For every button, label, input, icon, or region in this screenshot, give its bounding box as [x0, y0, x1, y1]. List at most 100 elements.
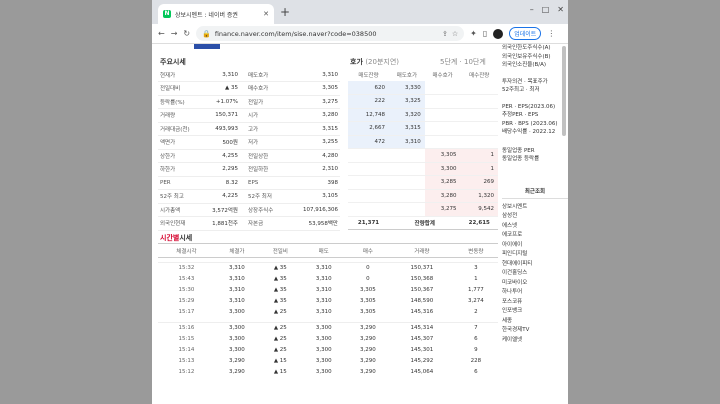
hoga-section-title: 호가 (20분지연) — [350, 57, 399, 67]
quote-label: 등락률(%) — [158, 95, 204, 109]
sidebar-info-line: 동일업종 등락률 — [502, 156, 540, 162]
ask-qty: 2,667 — [348, 121, 390, 136]
trade-change: ▲ 35 — [273, 298, 287, 304]
recent-item-link[interactable]: 상보시멘트 — [502, 203, 568, 213]
recent-item-link[interactable]: 한국경제TV — [502, 326, 568, 336]
empty-cell — [348, 148, 390, 163]
forward-icon[interactable]: → — [171, 29, 178, 38]
bookmark-star-icon[interactable]: ☆ — [452, 30, 458, 38]
quote-label: EPS — [240, 176, 290, 190]
trade-volume: 145,307 — [410, 336, 434, 342]
recent-item-link[interactable]: 에코프로 — [502, 231, 568, 241]
trade-bid: 3,290 — [360, 336, 376, 342]
recent-item-link[interactable]: 인포뱅크 — [502, 307, 568, 317]
trade-time: 15:30 — [178, 287, 195, 293]
trade-time: 15:13 — [178, 358, 195, 364]
menu-icon[interactable]: ⋮ — [547, 29, 555, 38]
close-window-icon[interactable]: ✕ — [557, 5, 564, 14]
ask-price: 3,315 — [389, 121, 425, 136]
sidebar-scrollbar[interactable] — [562, 46, 566, 136]
bid-price: 3,285 — [424, 175, 461, 190]
trade-change: ▲ 35 — [273, 265, 287, 272]
sidepanel-icon[interactable]: ▯ — [483, 29, 487, 38]
sidebar-info-line: 배당수익률 · 2022.12 — [502, 129, 556, 135]
trade-ask: 3,300 — [315, 336, 332, 342]
page-content: 주요시세 현재가 3,310 매도호가 3,310 전일대비 ▲ 35 매수호가 3,305 등… — [152, 44, 568, 404]
hoga-bid-row: 3,275 9,542 — [348, 202, 498, 217]
profile-avatar[interactable] — [493, 28, 504, 39]
sidebar-info-line: 외국인보유주식수(B) — [502, 53, 551, 60]
back-icon[interactable]: ← — [158, 29, 165, 38]
recent-item-link[interactable]: 피인디지털 — [502, 250, 568, 260]
time-title-text: 시세 — [179, 234, 193, 242]
time-header: 거래량 — [389, 243, 454, 258]
trade-ask: 3,300 — [315, 369, 332, 375]
bid-qty: 9,542 — [460, 202, 498, 217]
quote-label: 외국인현재 — [158, 216, 204, 231]
trade-ask: 3,310 — [315, 276, 332, 282]
close-tab-icon[interactable]: ✕ — [263, 10, 269, 18]
quote-row: PER 8.32 EPS 398 — [158, 176, 340, 190]
right-sidebar: 외국인한도주식수(A) 외국인보유주식수(B) 외국인소진율(B/A) 투자의견 ·… — [502, 44, 568, 404]
trade-delta: 3,274 — [468, 298, 484, 304]
sidebar-info-line: PBR · BPS (2023.06) — [502, 120, 558, 127]
bid-price: 3,280 — [424, 189, 461, 203]
quote-value: 3,280 — [290, 108, 340, 123]
quote-row: 액면가 500원 저가 3,255 — [158, 135, 340, 150]
trade-price: 3,290 — [229, 358, 245, 364]
url-field[interactable]: 🔒 finance.naver.com/item/sise.naver?code… — [196, 26, 465, 41]
maximize-icon[interactable]: □ — [542, 5, 550, 14]
recent-item-link[interactable]: 포스코퓨 — [502, 298, 568, 308]
share-icon[interactable]: ⇪ — [442, 30, 448, 38]
table-row: 15:16 3,300 ▲ 25 3,300 3,290 145,314 7 — [158, 323, 498, 334]
reload-icon[interactable]: ↻ — [183, 29, 190, 38]
trade-time: 15:12 — [178, 369, 195, 375]
hoga-bid-row: 3,285 269 — [348, 175, 498, 190]
hoga-ask-row: 472 3,310 — [348, 135, 498, 149]
trade-delta: 1,777 — [468, 287, 484, 293]
update-button[interactable]: 업데이트 — [509, 27, 542, 40]
quote-label: 전일대비 — [158, 81, 204, 96]
recent-item-link[interactable]: 미코바이오 — [502, 279, 568, 289]
ask-qty: 12,748 — [348, 108, 390, 122]
empty-cell — [460, 81, 498, 95]
recent-item-link[interactable]: 세종 — [502, 317, 568, 327]
empty-cell — [424, 108, 461, 122]
recent-item-link[interactable]: 이건홀딩스 — [502, 269, 568, 279]
minimize-icon[interactable]: – — [530, 5, 534, 14]
empty-cell — [348, 202, 390, 217]
quote-value: 4,280 — [290, 149, 340, 163]
sum-label: 잔량합계 — [389, 215, 461, 230]
recent-item-link[interactable]: 하나투어 — [502, 288, 568, 298]
ask-qty: 620 — [348, 81, 390, 95]
recent-item-link[interactable]: 아이에이 — [502, 241, 568, 251]
trade-time: 15:17 — [178, 309, 195, 315]
quote-row: 상한가 4,255 전일상한 4,280 — [158, 149, 340, 163]
quote-value: 107,916,306 — [290, 203, 340, 217]
recent-item-link[interactable]: 케이엘넷 — [502, 336, 568, 346]
trade-price: 3,310 — [229, 276, 245, 282]
quote-value: 2,295 — [204, 162, 240, 177]
empty-cell — [424, 81, 461, 95]
browser-tab[interactable]: N 상보시멘트 : 네이버 증권 ✕ — [158, 4, 274, 24]
quote-value: 3,105 — [290, 189, 340, 204]
quote-row: 등락률(%) +1.07% 전일가 3,275 — [158, 95, 340, 109]
trade-bid: 0 — [366, 265, 370, 272]
extensions-icon[interactable]: ✦ — [470, 29, 477, 38]
recent-item-link[interactable]: 에스넷 — [502, 222, 568, 232]
quote-label: 시가 — [240, 108, 290, 123]
quote-label: 거래량 — [158, 108, 204, 123]
new-tab-icon[interactable]: + — [280, 5, 290, 19]
recent-item-link[interactable]: 현대에이피티 — [502, 260, 568, 270]
sum-bid: 22,615 — [460, 215, 498, 230]
table-row: 15:32 3,310 ▲ 35 3,310 0 150,371 3 — [158, 263, 498, 274]
hoga-ask-row: 222 3,325 — [348, 94, 498, 109]
quote-label: 자본금 — [240, 216, 290, 231]
quote-value: 1,881천주 — [204, 216, 240, 231]
recent-item-link[interactable]: 삼성전 — [502, 212, 568, 222]
hoga-ask-row: 620 3,330 — [348, 81, 498, 95]
quote-value: 4,225 — [204, 189, 240, 204]
hoga-step-toggle[interactable]: 5단계 · 10단계 — [440, 57, 486, 67]
empty-cell — [389, 148, 425, 163]
sidebar-info-line: PER · EPS(2023.06) — [502, 103, 556, 110]
